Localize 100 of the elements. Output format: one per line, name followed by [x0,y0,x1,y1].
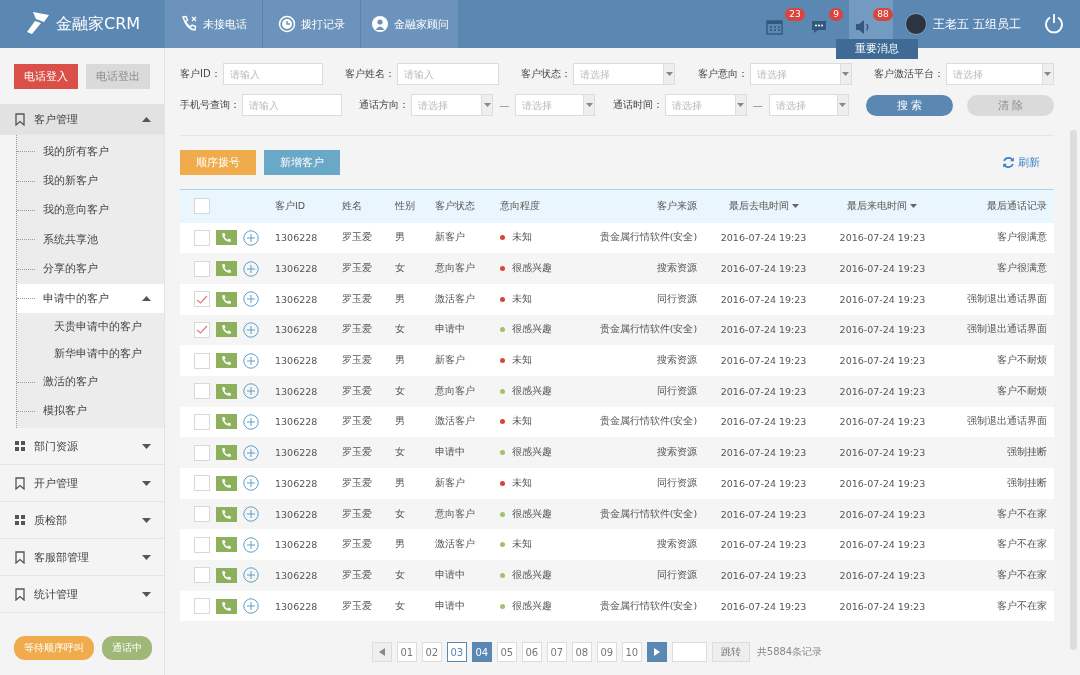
call-button[interactable] [216,353,237,369]
sort-icon[interactable] [910,204,918,209]
menu-group[interactable]: 部门资源 [0,428,164,466]
call-button[interactable] [216,537,237,553]
menu-item[interactable]: 模拟客户 [17,396,164,427]
select-input[interactable]: 请选择 [412,95,482,115]
checkbox[interactable] [194,291,210,308]
next-page-button[interactable] [646,642,667,663]
checkbox[interactable] [194,198,210,215]
page-button[interactable]: 08 [571,642,592,663]
phone-login-button[interactable]: 电话登入 [14,64,78,89]
menu-group[interactable]: 客服部管理 [0,539,164,577]
refresh-link[interactable]: 刷新 [1002,155,1040,170]
column-header[interactable]: 性别 [394,199,415,213]
checkbox[interactable] [194,444,210,461]
menu-item[interactable]: 分享的客户 [17,254,164,284]
select-input[interactable]: 请选择 [574,64,664,84]
add-circle-icon[interactable] [243,383,259,400]
checkbox[interactable] [194,475,210,492]
call-button[interactable] [216,322,237,338]
checkbox[interactable] [194,352,210,369]
add-circle-icon[interactable] [243,291,259,308]
select-input[interactable]: 请选择 [665,95,735,115]
add-circle-icon[interactable] [243,506,259,523]
call-button[interactable] [216,261,237,277]
menu-item[interactable]: 我的所有客户 [17,137,164,167]
add-circle-icon[interactable] [243,598,259,615]
add-circle-icon[interactable] [243,567,259,584]
call-button[interactable] [216,506,237,522]
menu-group[interactable]: 开户管理 [0,465,164,503]
add-circle-icon[interactable] [243,260,259,277]
add-circle-icon[interactable] [243,321,259,338]
page-button[interactable]: 06 [521,642,542,663]
page-button[interactable]: 02 [421,642,442,663]
input-field[interactable]: 请输入 [223,64,322,84]
page-button[interactable]: 10 [621,642,642,663]
call-button[interactable] [216,567,237,583]
menu-group[interactable]: 客户管理 [0,104,164,135]
checkbox[interactable] [194,413,210,430]
checkbox[interactable] [194,383,210,400]
page-button[interactable]: 09 [596,642,617,663]
add-circle-icon[interactable] [243,352,259,369]
menu-item[interactable]: 系统共享池 [17,225,164,255]
add-circle-icon[interactable] [243,229,259,246]
call-button[interactable] [216,445,237,461]
add-circle-icon[interactable] [243,475,259,492]
select-field[interactable]: 请选择 [411,94,494,116]
call-button[interactable] [216,291,237,307]
column-header[interactable]: 姓名 [342,199,363,213]
submenu-item[interactable]: 新华申请中的客户 [17,340,164,368]
submenu-item[interactable]: 天贵申请中的客户 [17,313,164,341]
checkbox[interactable] [194,598,210,615]
select-field[interactable]: 请选择 [945,63,1054,85]
page-button[interactable]: 04 [471,642,492,663]
page-button[interactable]: 01 [396,642,417,663]
menu-item[interactable]: 我的新客户 [17,166,164,196]
avatar[interactable] [905,13,928,35]
column-header[interactable]: 客户ID [275,199,306,213]
select-field[interactable]: 请选择 [515,94,596,116]
column-header[interactable]: 最后去电时间 [728,199,799,213]
add-circle-icon[interactable] [243,444,259,461]
add-circle-icon[interactable] [243,536,259,553]
select-input[interactable]: 请选择 [946,64,1042,84]
checkbox[interactable] [194,506,210,523]
menu-item[interactable]: 激活的客户 [17,367,164,397]
power-icon[interactable] [1043,13,1065,35]
search-button[interactable]: 搜 索 [866,94,953,116]
select-field[interactable]: 请选择 [664,94,747,116]
page-button[interactable]: 05 [496,642,517,663]
column-header[interactable]: 客户状态 [435,199,476,213]
jump-button[interactable]: 跳转 [711,642,750,663]
input-field[interactable]: 请输入 [398,64,498,84]
add-circle-icon[interactable] [243,413,259,430]
page-button[interactable]: 03 [446,642,467,663]
column-header[interactable]: 意向程度 [499,199,540,213]
sort-icon[interactable] [791,204,799,209]
previous-page-button[interactable] [371,642,392,663]
checkbox[interactable] [194,229,210,246]
input-field[interactable]: 请输入 [243,95,341,115]
checkbox[interactable] [194,321,210,338]
select-field[interactable]: 请选择 [573,63,676,85]
page-button[interactable]: 07 [546,642,567,663]
select-field[interactable]: 请选择 [749,63,852,85]
menu-item[interactable]: 申请中的客户 [17,283,164,314]
call-button[interactable] [216,414,237,430]
call-button[interactable] [216,230,237,246]
call-button[interactable] [216,598,237,614]
checkbox[interactable] [194,260,210,277]
select-field[interactable]: 请选择 [768,94,849,116]
checkbox[interactable] [194,536,210,553]
select-input[interactable]: 请选择 [750,64,840,84]
call-button[interactable] [216,475,237,491]
menu-group[interactable]: 统计管理 [0,576,164,614]
column-header[interactable]: 最后来电时间 [847,199,918,213]
select-input[interactable]: 请选择 [516,95,584,115]
menu-group[interactable]: 质检部 [0,502,164,540]
column-header[interactable]: 客户来源 [657,199,698,213]
column-header[interactable]: 最后通话记录 [987,199,1047,213]
select-input[interactable]: 请选择 [769,95,837,115]
call-button[interactable] [216,383,237,399]
